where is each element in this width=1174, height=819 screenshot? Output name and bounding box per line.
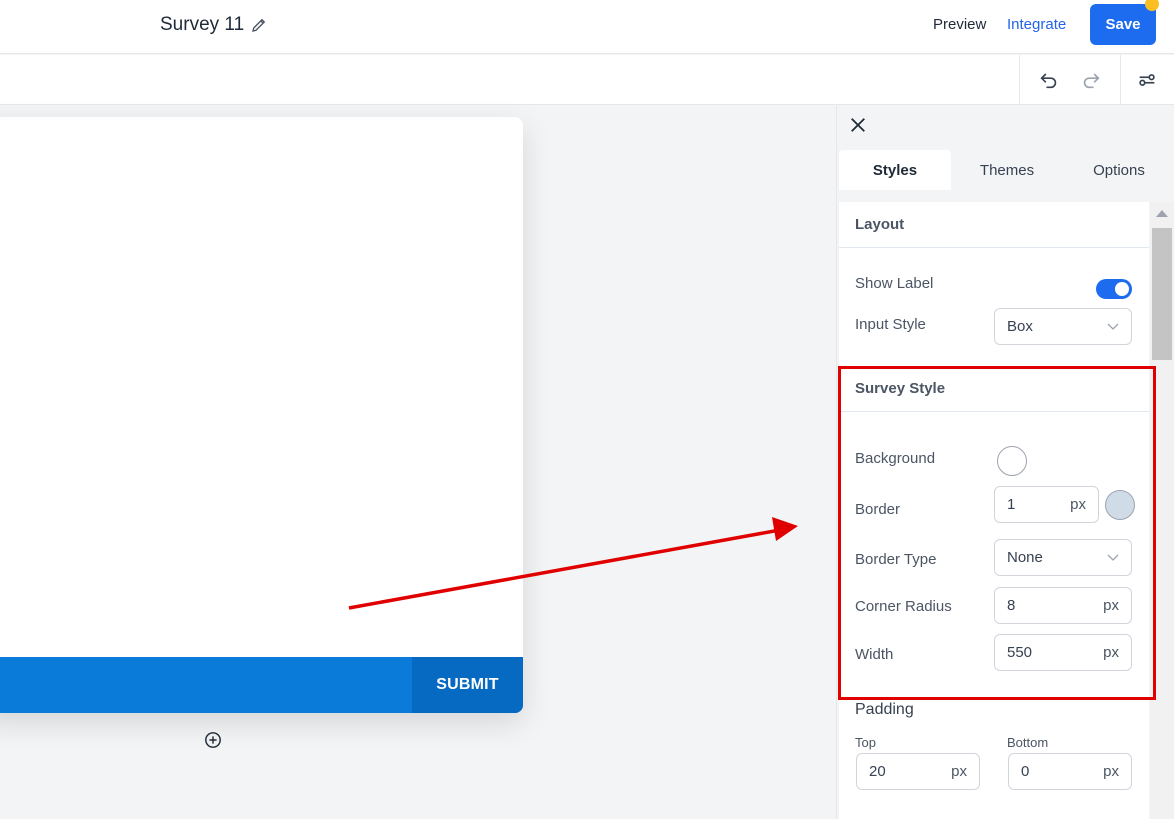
- scroll-thumb[interactable]: [1152, 228, 1172, 360]
- undo-button[interactable]: [1036, 67, 1062, 93]
- background-label: Background: [855, 450, 936, 467]
- border-unit: px: [1070, 496, 1086, 513]
- corner-radius-value: 8: [1007, 597, 1016, 614]
- border-color-swatch[interactable]: [1105, 490, 1135, 520]
- style-panel: Styles Themes Options Layout Show Label …: [836, 106, 1174, 819]
- close-icon[interactable]: [849, 116, 867, 134]
- panel-scrollbar[interactable]: [1150, 202, 1174, 819]
- border-width-value: 1: [1007, 496, 1016, 513]
- sliders-icon: [1139, 74, 1155, 86]
- border-type-select[interactable]: None: [994, 539, 1132, 576]
- corner-radius-label: Corner Radius: [855, 598, 952, 615]
- padding-top-input[interactable]: 20 px: [856, 753, 980, 790]
- preview-link[interactable]: Preview: [933, 16, 986, 33]
- layout-heading: Layout: [839, 202, 1149, 248]
- width-input[interactable]: 550 px: [994, 634, 1132, 671]
- width-value: 550: [1007, 644, 1033, 661]
- scroll-up-arrow-icon[interactable]: [1156, 210, 1168, 217]
- padding-bottom-unit: px: [1103, 763, 1119, 780]
- input-style-select[interactable]: Box: [994, 308, 1132, 345]
- submit-button[interactable]: SUBMIT: [412, 657, 523, 713]
- padding-bottom-label: Bottom: [1007, 735, 1049, 750]
- background-color-swatch[interactable]: [997, 446, 1027, 476]
- padding-top-label: Top: [855, 735, 876, 750]
- padding-bottom-value: 0: [1021, 763, 1030, 780]
- editor-toolbar: [0, 55, 1174, 105]
- show-label-toggle[interactable]: [1096, 279, 1132, 299]
- survey-card: SUBMIT: [0, 117, 523, 713]
- show-label-label: Show Label: [855, 275, 934, 292]
- pencil-icon[interactable]: [250, 16, 268, 34]
- chevron-down-icon: [1107, 323, 1119, 330]
- corner-radius-input[interactable]: 8 px: [994, 587, 1132, 624]
- survey-footer: SUBMIT: [0, 657, 523, 713]
- top-bar: Survey 11 Preview Integrate Save: [0, 0, 1174, 54]
- border-label: Border: [855, 501, 901, 518]
- border-type-label: Border Type: [855, 551, 937, 568]
- padding-heading: Padding: [855, 701, 914, 718]
- annotation-arrow: [348, 517, 798, 610]
- input-style-label: Input Style: [855, 316, 926, 333]
- redo-icon: [1083, 73, 1100, 89]
- tab-styles[interactable]: Styles: [839, 150, 951, 190]
- survey-title-text: Survey 11: [160, 14, 245, 35]
- add-section-icon[interactable]: [204, 731, 222, 749]
- chevron-down-icon: [1107, 554, 1119, 561]
- width-unit: px: [1103, 644, 1119, 661]
- padding-top-unit: px: [951, 763, 967, 780]
- integrate-link[interactable]: Integrate: [1007, 16, 1066, 33]
- redo-button[interactable]: [1078, 67, 1104, 93]
- undo-redo-group: [1019, 55, 1121, 105]
- border-width-input[interactable]: 1 px: [994, 486, 1099, 523]
- corner-radius-unit: px: [1103, 597, 1119, 614]
- undo-icon: [1040, 73, 1057, 89]
- border-type-value: None: [1007, 549, 1043, 566]
- survey-title[interactable]: Survey 11: [160, 14, 268, 36]
- save-button[interactable]: Save: [1090, 4, 1156, 45]
- padding-top-value: 20: [869, 763, 886, 780]
- padding-bottom-input[interactable]: 0 px: [1008, 753, 1132, 790]
- panel-body: Layout Show Label Input Style Box Survey…: [839, 202, 1149, 819]
- notification-dot: [1145, 0, 1159, 11]
- input-style-value: Box: [1007, 318, 1033, 335]
- tab-themes[interactable]: Themes: [951, 150, 1063, 190]
- panel-tabs: Styles Themes Options: [839, 150, 1174, 190]
- survey-style-heading: Survey Style: [839, 366, 1149, 412]
- settings-button[interactable]: [1134, 67, 1160, 93]
- tab-options[interactable]: Options: [1063, 150, 1174, 190]
- width-label: Width: [855, 646, 894, 663]
